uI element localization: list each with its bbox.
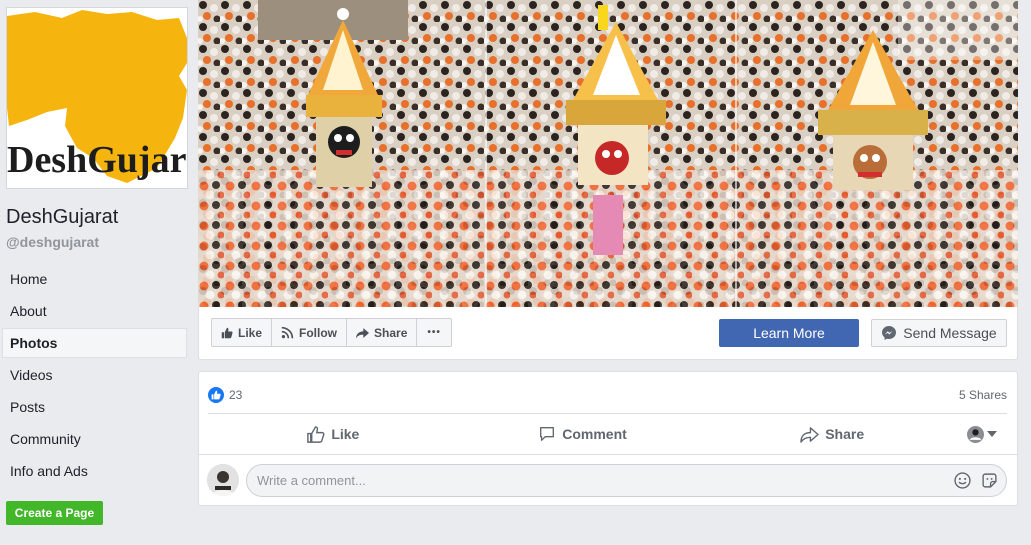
follow-label: Follow [299,325,338,340]
page-profile-picture[interactable]: DeshGujarat [6,7,188,189]
nav-item-photos[interactable]: Photos [2,328,187,358]
page-share-button[interactable]: Share [347,319,418,346]
post-like-label: Like [331,426,360,442]
nav-item-videos[interactable]: Videos [2,360,187,390]
comment-icon [540,427,555,441]
like-reaction-icon [208,387,224,403]
post-share-label: Share [825,426,865,442]
page-action-bar: Like Follow Share ••• Learn More Send Me… [198,307,1018,360]
more-icon: ••• [427,327,441,338]
nav-item-posts[interactable]: Posts [2,392,187,422]
nav-item-home[interactable]: Home [2,264,187,294]
comment-input[interactable] [247,465,855,496]
cover-photo[interactable] [198,0,1018,307]
page-like-button[interactable]: Like [212,319,273,346]
send-message-label: Send Message [903,325,997,341]
page-nav: Home About Photos Videos Posts Community… [2,264,187,488]
rath-yatra-crowd-image [198,0,1018,307]
logo-text: DeshGujarat [7,139,187,181]
share-arrow-icon [800,426,819,443]
deshgujarat-logo: DeshGujarat [7,8,187,188]
divider [199,454,1017,455]
avatar-icon [967,425,985,443]
learn-more-button[interactable]: Learn More [719,319,859,347]
rss-icon [281,326,294,339]
shares-count[interactable]: 5 Shares [959,388,1007,402]
nav-item-info-and-ads[interactable]: Info and Ads [2,456,187,486]
more-options-button[interactable]: ••• [417,319,451,346]
post-as-selector[interactable] [957,425,1007,443]
reaction-summary[interactable]: 23 [208,387,242,403]
page-handle[interactable]: @deshgujarat [6,234,99,250]
comment-composer [207,464,1007,498]
sticker-icon[interactable] [981,472,998,489]
comment-input-box[interactable] [246,464,1007,497]
share-arrow-icon [356,327,370,339]
nav-item-about[interactable]: About [2,296,187,326]
thumbs-up-icon [307,425,325,443]
reaction-count: 23 [229,388,243,402]
post-share-button[interactable]: Share [707,414,957,454]
user-avatar-image [207,464,239,496]
post-actions: Like Comment Share [208,414,1007,454]
follow-button[interactable]: Follow [272,319,348,346]
page-like-label: Like [238,325,263,340]
page-share-label: Share [374,325,408,340]
send-message-button[interactable]: Send Message [871,319,1007,347]
page-title[interactable]: DeshGujarat [6,206,118,229]
nav-item-community[interactable]: Community [2,424,187,454]
avatar[interactable] [207,464,239,496]
page-button-group: Like Follow Share ••• [211,318,452,347]
comment-input-icons [954,472,998,489]
create-page-button[interactable]: Create a Page [6,501,103,525]
chevron-down-icon [987,431,998,437]
comment-button[interactable]: Comment [458,414,708,454]
comment-label: Comment [562,426,627,442]
post-like-button[interactable]: Like [208,414,458,454]
smiley-icon[interactable] [954,472,971,489]
thumbs-up-icon [221,327,233,338]
messenger-icon [882,326,897,340]
post-card: 23 5 Shares Like Comment Share [198,371,1018,506]
